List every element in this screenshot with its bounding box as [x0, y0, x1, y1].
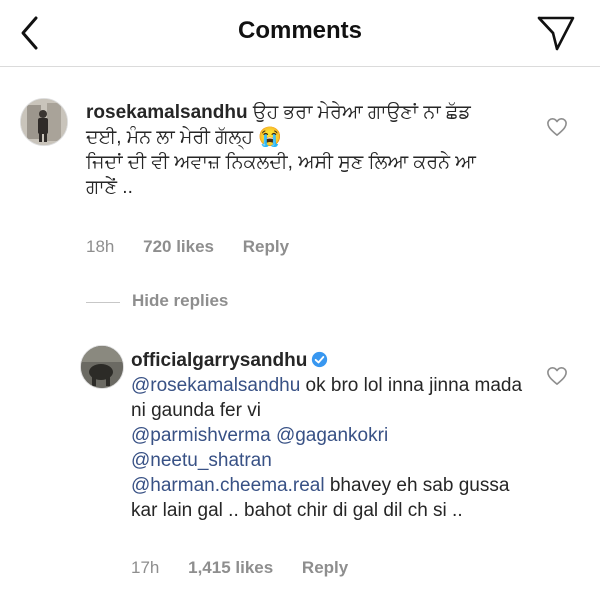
reply-username[interactable]: officialgarrysandhu [131, 350, 307, 371]
comment-likes[interactable]: 720 likes [143, 237, 214, 256]
reply-text: officialgarrysandhu @rosekamalsandhu ok … [131, 348, 531, 523]
avatar-photo [81, 346, 123, 388]
verified-badge-icon [311, 350, 328, 368]
mention-link[interactable]: @gagankokri [276, 425, 388, 446]
comment-text: rosekamalsandhu ਉਹ ਭਰਾ ਮੇਰੇਆ ਗਾਉਣਾਂ ਨਾ ਛ… [86, 100, 516, 200]
comment-line-2: ਦਈ, ਮੰਨ ਲਾ ਮੇਰੀ ਗੱਲ੍ਹ 😭 [86, 127, 282, 148]
mention-link[interactable]: @neetu_shatran [131, 450, 272, 471]
mention-link[interactable]: @rosekamalsandhu [131, 375, 300, 396]
like-button[interactable] [546, 366, 568, 386]
mention-link[interactable]: @harman.cheema.real [131, 475, 325, 496]
comment-line-1: ਉਹ ਭਰਾ ਮੇਰੇਆ ਗਾਉਣਾਂ ਨਾ ਛੱਡ [252, 102, 471, 123]
page-title: Comments [237, 17, 363, 44]
comment-meta: 18h 720 likes Reply [86, 237, 313, 257]
comment-time: 18h [86, 237, 115, 256]
share-button[interactable] [536, 14, 576, 52]
reply-button[interactable]: Reply [243, 237, 289, 256]
comment-line-3: ਜਿਦਾਂ ਦੀ ਵੀ ਅਵਾਜ਼ ਨਿਕਲਦੀ, ਅਸੀ ਸੁਣ ਲਿਆ ਕਰ… [86, 152, 476, 173]
mention-link[interactable]: @parmishverma [131, 425, 271, 446]
reply-time: 17h [131, 558, 160, 577]
comment-line-4: ਗਾਣੇਂ .. [86, 177, 133, 198]
heart-outline-icon [547, 118, 567, 136]
heart-outline-icon [547, 367, 567, 385]
reply-button[interactable]: Reply [302, 558, 348, 577]
paper-plane-icon [537, 16, 575, 51]
hide-replies-label[interactable]: Hide replies [132, 291, 228, 311]
avatar[interactable] [20, 98, 68, 146]
reply-meta: 17h 1,415 likes Reply [131, 558, 372, 578]
reply-likes[interactable]: 1,415 likes [188, 558, 273, 577]
avatar[interactable] [80, 345, 124, 389]
like-button[interactable] [546, 117, 568, 137]
avatar-photo [21, 99, 67, 145]
comments-header: Comments [0, 0, 600, 67]
comment-username[interactable]: rosekamalsandhu [86, 102, 248, 123]
divider-line [86, 302, 120, 303]
